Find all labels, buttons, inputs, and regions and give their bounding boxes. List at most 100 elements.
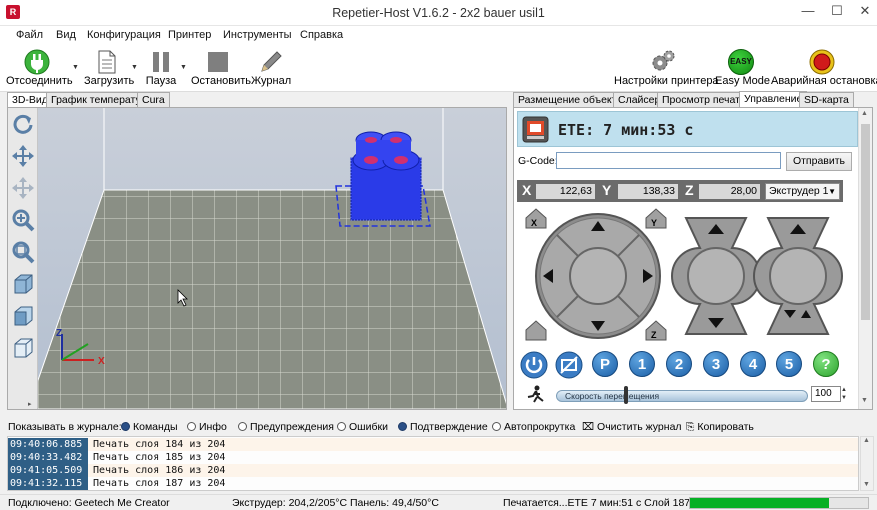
expand-arrow-icon[interactable]: ▸: [28, 400, 32, 408]
print-bed-grid: [38, 189, 506, 409]
print-progress-fill: [690, 498, 829, 508]
filter-errors[interactable]: Ошибки: [337, 421, 388, 433]
menu-help[interactable]: Справка: [300, 29, 343, 41]
pause-label: Пауза: [145, 75, 177, 87]
button-4[interactable]: 4: [740, 351, 766, 377]
log-row: 09:41:32.115 Печать слоя 187 из 204: [8, 477, 858, 490]
tab-temperature-graph[interactable]: График температур: [46, 92, 152, 107]
pause-button[interactable]: Пауза: [144, 46, 178, 91]
filter-ack[interactable]: Подтверждение: [398, 421, 488, 433]
scroll-thumb[interactable]: [861, 124, 870, 320]
top-view-icon[interactable]: [11, 336, 35, 360]
3d-viewport[interactable]: Z X ▸: [7, 107, 507, 410]
filter-commands[interactable]: Команды: [121, 421, 178, 433]
printer-settings-button[interactable]: Настройки принтера: [614, 46, 719, 91]
button-2[interactable]: 2: [666, 351, 692, 377]
button-5[interactable]: 5: [776, 351, 802, 377]
z-coord-value: 28,00: [699, 184, 760, 199]
filter-info-label: Инфо: [199, 421, 227, 433]
home-y-label: Y: [651, 218, 658, 228]
z-jog-pad[interactable]: [671, 217, 761, 335]
extruder-jog-pad[interactable]: [753, 217, 843, 335]
load-button[interactable]: Загрузить: [84, 46, 135, 91]
gcode-input[interactable]: [556, 152, 781, 169]
log-row: 09:40:33.482 Печать слоя 185 из 204: [8, 451, 858, 464]
easy-mode-icon: EASY: [728, 49, 754, 75]
emergency-stop-button[interactable]: Аварийная остановка: [771, 46, 877, 91]
document-icon: [98, 50, 116, 74]
button-1[interactable]: 1: [629, 351, 655, 377]
chevron-down-icon[interactable]: ▼: [180, 64, 187, 71]
disconnect-label: Отсоединить: [6, 75, 73, 87]
window-title: Repetier-Host V1.6.2 - 2x2 bauer usil1: [332, 6, 545, 20]
filter-warnings[interactable]: Предупреждения: [238, 421, 334, 433]
help-button[interactable]: ?: [813, 351, 839, 377]
send-button[interactable]: Отправить: [786, 152, 852, 171]
tab-object-placement[interactable]: Размещение объекта: [513, 92, 628, 107]
filter-info[interactable]: Инфо: [187, 421, 227, 433]
radio-icon: [398, 422, 407, 431]
autoscroll-toggle[interactable]: Автопрокрутка: [492, 421, 575, 433]
panel-scrollbar[interactable]: ▲ ▼: [858, 108, 872, 409]
scroll-down-icon[interactable]: ▼: [861, 397, 868, 404]
radio-icon: [121, 422, 130, 431]
menu-view[interactable]: Вид: [56, 29, 76, 41]
rotate-icon[interactable]: [11, 112, 35, 136]
scroll-down-icon[interactable]: ▼: [863, 481, 870, 488]
log-list: 09:40:06.885 Печать слоя 184 из 204 09:4…: [7, 436, 859, 491]
disconnect-button[interactable]: Отсоединить: [6, 46, 73, 91]
load-label: Загрузить: [84, 75, 135, 87]
clear-icon: ⌧: [582, 421, 598, 433]
tab-cura[interactable]: Cura: [137, 92, 170, 107]
home-all-icon[interactable]: [525, 320, 547, 341]
axis-x-label: X: [98, 356, 105, 367]
extruder-select-value: Экструдер 1: [769, 185, 829, 197]
clear-log-button[interactable]: ⌧ Очистить журнал: [582, 421, 682, 433]
tab-manual-control[interactable]: Управление: [739, 91, 808, 107]
speed-slider-thumb[interactable]: [624, 386, 628, 404]
running-man-icon: [527, 385, 544, 403]
xy-jog-pad[interactable]: [535, 213, 661, 339]
extruder-select[interactable]: Экструдер 1 ▼: [765, 183, 840, 200]
log-button[interactable]: Журнал: [251, 46, 291, 91]
filter-errors-label: Ошибки: [349, 421, 388, 433]
log-row: 09:40:06.885 Печать слоя 184 из 204: [8, 438, 858, 451]
easy-mode-button[interactable]: EASY Easy Mode: [715, 46, 770, 91]
print-progress-bar: [689, 497, 869, 509]
move-object-icon[interactable]: [11, 176, 35, 200]
toolbar: Отсоединить ▼ Загрузить ▼ Пауза ▼ Остано…: [0, 46, 877, 92]
button-3[interactable]: 3: [703, 351, 729, 377]
zoom-icon[interactable]: [11, 208, 35, 232]
menu-printer[interactable]: Принтер: [168, 29, 211, 41]
log-scrollbar[interactable]: ▲ ▼: [860, 436, 874, 491]
y-coord-label: Y: [602, 182, 612, 198]
close-button[interactable]: ✕: [848, 0, 877, 22]
front-view-icon[interactable]: [11, 304, 35, 328]
log-message: Печать слоя 186 из 204: [93, 465, 226, 476]
power-icon[interactable]: [520, 351, 548, 379]
iso-view-icon[interactable]: [11, 272, 35, 296]
fit-view-icon[interactable]: [11, 240, 35, 264]
speed-slider[interactable]: Скорость перемещения: [556, 390, 808, 402]
move-icon[interactable]: [11, 144, 35, 168]
speed-input[interactable]: 100: [811, 386, 841, 402]
log-show-label: Показывать в журнале:: [8, 421, 122, 433]
parking-button[interactable]: P: [592, 351, 618, 377]
copy-log-button[interactable]: ⎘ Копировать: [686, 421, 754, 434]
tab-sd-card[interactable]: SD-карта: [799, 92, 854, 107]
chevron-down-icon[interactable]: ▼: [131, 64, 138, 71]
speed-stepper[interactable]: ▲ ▼: [841, 386, 847, 402]
fan-off-icon[interactable]: [555, 351, 583, 379]
scroll-up-icon[interactable]: ▲: [861, 110, 868, 117]
menu-configuration[interactable]: Конфигурация: [87, 29, 161, 41]
tab-print-preview[interactable]: Просмотр печати: [657, 92, 751, 107]
stop-button[interactable]: Остановить: [191, 46, 251, 91]
menu-tools[interactable]: Инструменты: [223, 29, 292, 41]
chevron-down-icon[interactable]: ▼: [72, 64, 79, 71]
scroll-up-icon[interactable]: ▲: [863, 437, 870, 444]
emergency-stop-icon: [809, 49, 835, 75]
filter-ack-label: Подтверждение: [410, 421, 488, 433]
log-message: Печать слоя 184 из 204: [93, 439, 226, 450]
filter-commands-label: Команды: [133, 421, 178, 433]
menu-file[interactable]: Файл: [16, 29, 43, 41]
